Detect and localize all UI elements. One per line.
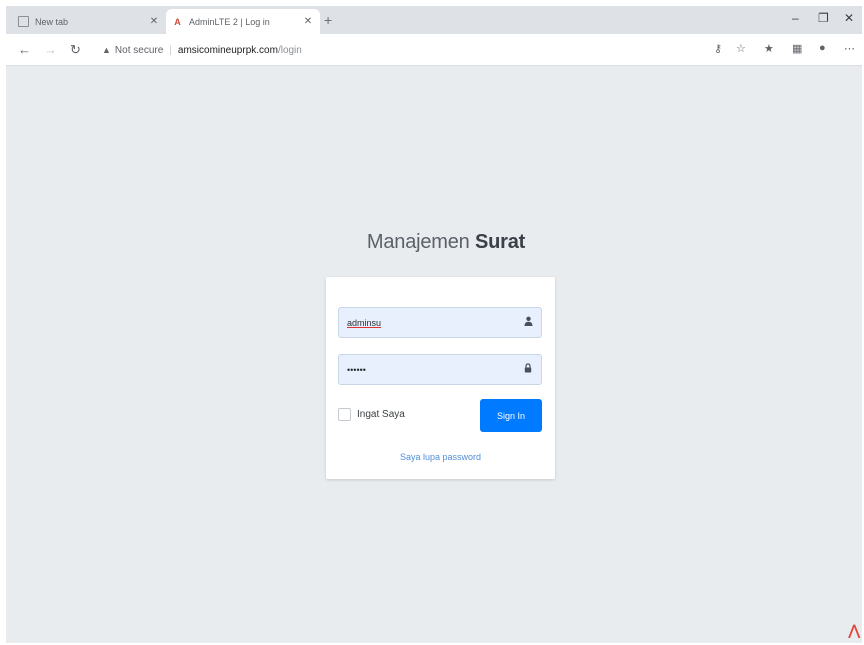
adminlte-favicon-icon: A (174, 16, 181, 27)
browser-window: New tab ✕ A AdminLTE 2 | Log in ✕ + – ❐ … (6, 6, 862, 643)
username-field (338, 307, 542, 338)
login-card: Ingat Saya Sign In Saya lupa password (326, 277, 555, 479)
favorites-icon[interactable]: ★ (764, 42, 774, 55)
restore-button[interactable]: ❐ (818, 11, 829, 25)
login-logo: Manajemen Surat (338, 231, 554, 254)
address-toolbar: ← → ↻ ▲ Not secure | amsicomineuprpk.com… (6, 34, 862, 66)
remember-me[interactable]: Ingat Saya (338, 408, 405, 421)
tab-new-tab[interactable]: New tab ✕ (12, 9, 166, 34)
address-bar[interactable]: ▲ Not secure | amsicomineuprpk.com /logi… (102, 39, 702, 61)
profile-icon[interactable]: ● (819, 42, 826, 54)
tab-close-icon[interactable]: ✕ (148, 16, 160, 27)
new-tab-favicon-icon (18, 16, 29, 27)
more-icon[interactable]: ⋯ (844, 42, 855, 55)
remember-checkbox[interactable] (338, 408, 351, 421)
minimize-button[interactable]: – (792, 11, 799, 25)
star-icon[interactable]: ☆ (736, 42, 746, 55)
user-icon (515, 316, 541, 329)
remember-label: Ingat Saya (357, 409, 405, 420)
tab-adminlte-login[interactable]: A AdminLTE 2 | Log in ✕ (166, 9, 320, 34)
password-input[interactable] (339, 355, 515, 384)
tab-close-icon[interactable]: ✕ (302, 16, 314, 27)
security-label: Not secure (114, 44, 164, 56)
lock-icon (515, 363, 541, 376)
tab-title: New tab (35, 16, 69, 27)
logo-bold-text: Surat (474, 231, 526, 253)
address-divider: | (169, 44, 172, 56)
tab-title: AdminLTE 2 | Log in (189, 16, 270, 27)
collections-icon[interactable]: ▦ (792, 42, 802, 55)
url-path: /login (277, 44, 302, 56)
corner-logo-icon: ⋀ (848, 622, 860, 638)
refresh-icon[interactable]: ↻ (70, 42, 81, 58)
url-host: amsicomineuprpk.com (177, 44, 278, 56)
forward-icon[interactable]: → (44, 42, 57, 57)
forgot-password-link[interactable]: Saya lupa password (326, 452, 555, 462)
close-window-button[interactable]: ✕ (844, 11, 854, 25)
key-icon[interactable]: ⚷ (714, 42, 722, 55)
new-tab-button[interactable]: + (324, 12, 332, 28)
sign-in-button[interactable]: Sign In (480, 399, 542, 432)
warning-icon: ▲ (102, 45, 111, 55)
password-field (338, 354, 542, 385)
back-icon[interactable]: ← (18, 42, 31, 57)
username-input[interactable] (339, 308, 515, 337)
logo-light-text: Manajemen (366, 231, 475, 253)
tab-strip: New tab ✕ A AdminLTE 2 | Log in ✕ + – ❐ … (6, 6, 862, 34)
